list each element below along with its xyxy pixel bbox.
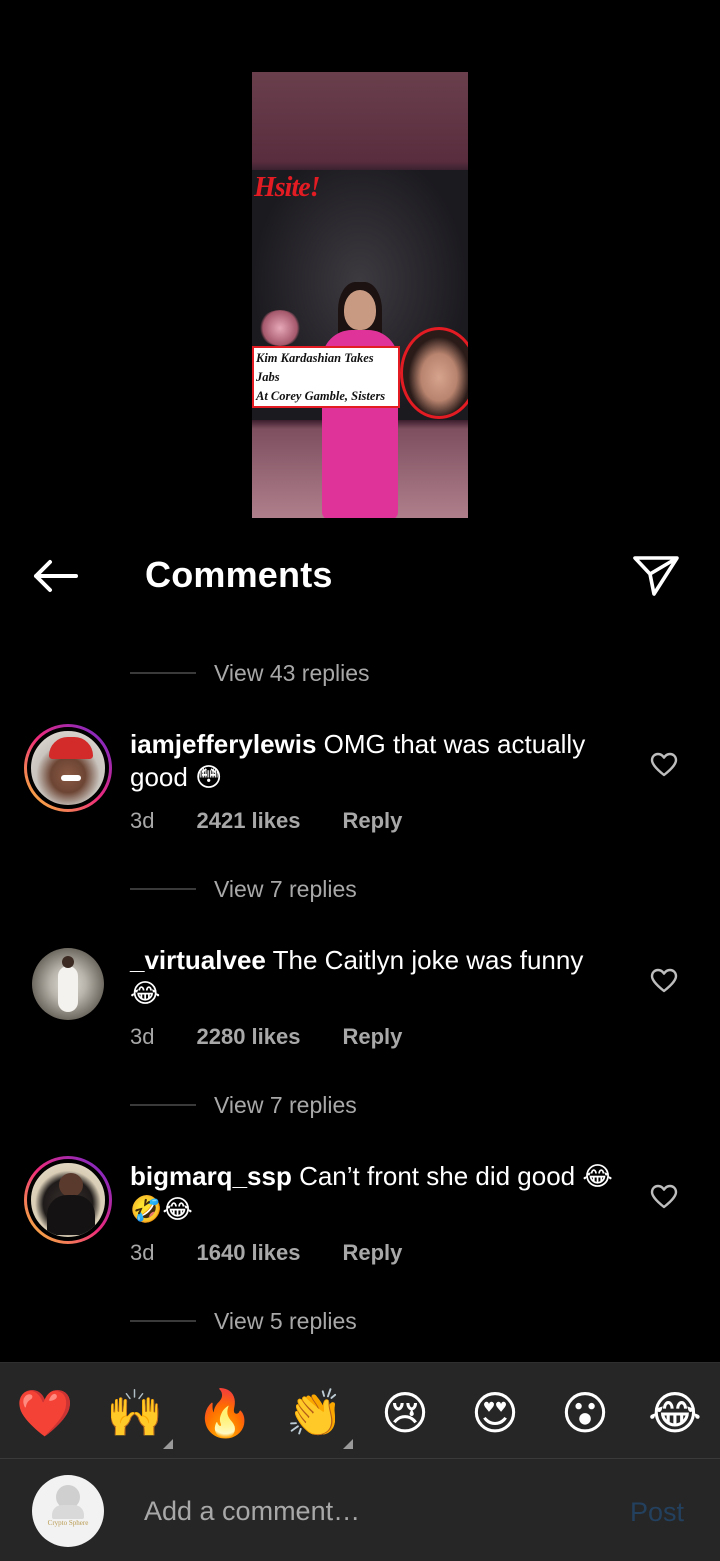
- like-button[interactable]: [650, 752, 678, 778]
- fire-emoji-button[interactable]: 🔥: [195, 1383, 255, 1443]
- reply-button[interactable]: Reply: [342, 1024, 402, 1050]
- comment-likes[interactable]: 1640 likes: [196, 1240, 300, 1266]
- avatar-image: [27, 727, 109, 809]
- crying-emoji-button[interactable]: 😢: [375, 1383, 435, 1443]
- video-logo: Hsite!: [254, 172, 321, 203]
- skin-tone-indicator-icon: [343, 1439, 353, 1449]
- view-replies-label: View 7 replies: [214, 1091, 357, 1118]
- comment-meta: 3d 2421 likes Reply: [130, 808, 402, 834]
- avatar[interactable]: [24, 1156, 112, 1244]
- comment-composer: Crypto Sphere Post: [0, 1458, 720, 1561]
- clapping-emoji: 👏: [286, 1387, 344, 1439]
- comment-body: iamjefferylewis OMG that was actually go…: [130, 728, 620, 794]
- post-button[interactable]: Post: [630, 1497, 684, 1528]
- portrait-circle: [400, 327, 468, 419]
- heart-icon: [650, 752, 678, 777]
- divider-line: [130, 1320, 196, 1322]
- like-button[interactable]: [650, 968, 678, 994]
- comment-username[interactable]: iamjefferylewis: [130, 729, 316, 759]
- comment-username[interactable]: _virtualvee: [130, 945, 266, 975]
- avatar[interactable]: [24, 940, 112, 1028]
- raising-hands-emoji-button[interactable]: 🙌: [105, 1383, 173, 1449]
- reply-button[interactable]: Reply: [342, 808, 402, 834]
- divider-line: [130, 888, 196, 890]
- avatar-image: [32, 948, 104, 1020]
- surprised-emoji-button[interactable]: 😮: [555, 1383, 615, 1443]
- comment-age: 3d: [130, 1024, 155, 1049]
- comment-body: _virtualvee The Caitlyn joke was funny 😂: [130, 944, 620, 1010]
- comment-username[interactable]: bigmarq_ssp: [130, 1161, 292, 1191]
- view-replies-button[interactable]: View 7 replies: [130, 1088, 357, 1122]
- reply-button[interactable]: Reply: [342, 1240, 402, 1266]
- view-replies-button[interactable]: View 7 replies: [130, 872, 357, 906]
- avatar-logo-text: Crypto Sphere: [47, 1519, 89, 1527]
- my-avatar[interactable]: Crypto Sphere: [32, 1475, 104, 1547]
- view-replies-label: View 43 replies: [214, 659, 370, 686]
- flowers-decoration: [258, 310, 302, 346]
- comment-age: 3d: [130, 1240, 155, 1265]
- comment-text: Can’t front she did good: [299, 1161, 576, 1191]
- avatar-image: [27, 1159, 109, 1241]
- figure-face: [344, 290, 376, 330]
- comment-item: iamjefferylewis OMG that was actually go…: [0, 724, 720, 854]
- back-arrow-icon: [34, 560, 78, 592]
- comment-input[interactable]: [144, 1489, 604, 1533]
- send-icon: [633, 556, 679, 596]
- comment-item: _virtualvee The Caitlyn joke was funny 😂…: [0, 940, 720, 1070]
- comment-item: bigmarq_ssp Can’t front she did good 😂🤣😂…: [0, 1156, 720, 1286]
- skin-tone-indicator-icon: [163, 1439, 173, 1449]
- emoji-reaction-bar: ❤️ 🙌 🔥 👏 😢 😍 😮 😂: [0, 1362, 720, 1459]
- comments-header: Comments: [0, 540, 720, 612]
- raising-hands-emoji: 🙌: [106, 1387, 164, 1439]
- comment-text: The Caitlyn joke was funny: [272, 945, 584, 975]
- heart-emoji-button[interactable]: ❤️: [15, 1383, 75, 1443]
- back-button[interactable]: [28, 556, 84, 596]
- comment-meta: 3d 2280 likes Reply: [130, 1024, 402, 1050]
- video-preview[interactable]: Hsite! Kim Kardashian Takes Jabs At Core…: [252, 72, 468, 518]
- view-replies-button[interactable]: View 5 replies: [130, 1304, 357, 1338]
- heart-eyes-emoji-button[interactable]: 😍: [465, 1383, 525, 1443]
- comment-emoji: 😳: [195, 762, 223, 792]
- comment-body: bigmarq_ssp Can’t front she did good 😂🤣😂: [130, 1160, 620, 1226]
- like-button[interactable]: [650, 1184, 678, 1210]
- view-replies-label: View 5 replies: [214, 1307, 357, 1334]
- heart-icon: [650, 968, 678, 993]
- view-replies-label: View 7 replies: [214, 875, 357, 902]
- comment-age: 3d: [130, 808, 155, 833]
- avatar-figure-body: [52, 1505, 84, 1519]
- clapping-emoji-button[interactable]: 👏: [285, 1383, 353, 1449]
- divider-line: [130, 672, 196, 674]
- divider-line: [130, 1104, 196, 1106]
- share-button[interactable]: [630, 552, 682, 600]
- comment-meta: 3d 1640 likes Reply: [130, 1240, 402, 1266]
- page-title: Comments: [145, 554, 333, 595]
- laughing-emoji-button[interactable]: 😂: [645, 1383, 705, 1443]
- comment-likes[interactable]: 2280 likes: [196, 1024, 300, 1050]
- heart-icon: [650, 1184, 678, 1209]
- comment-likes[interactable]: 2421 likes: [196, 808, 300, 834]
- avatar[interactable]: [24, 724, 112, 812]
- view-replies-button[interactable]: View 43 replies: [130, 656, 370, 690]
- comment-emoji: 😂: [130, 978, 161, 1008]
- video-headline: Kim Kardashian Takes Jabs At Corey Gambl…: [252, 346, 400, 408]
